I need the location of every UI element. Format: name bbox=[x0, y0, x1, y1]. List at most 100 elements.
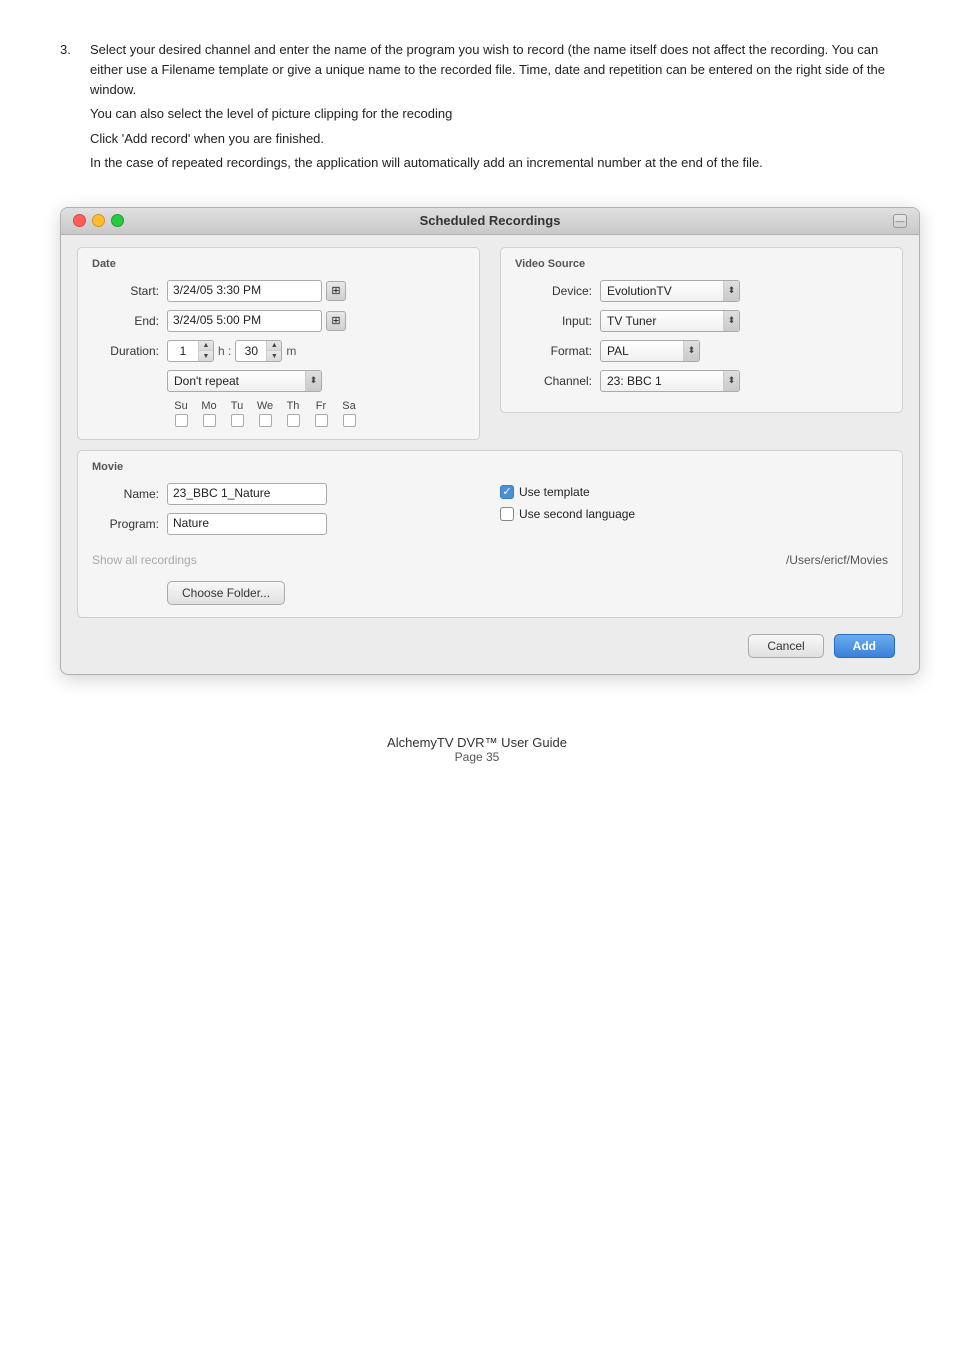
start-label: Start: bbox=[92, 284, 167, 298]
add-button[interactable]: Add bbox=[834, 634, 895, 658]
end-calendar-icon[interactable]: ⊞ bbox=[326, 311, 346, 331]
day-fr: Fr bbox=[307, 400, 335, 427]
close-button[interactable] bbox=[73, 214, 86, 227]
title-bar: Scheduled Recordings — bbox=[61, 208, 919, 235]
checkbox-we[interactable] bbox=[259, 414, 272, 427]
name-field[interactable]: 23_BBC 1_Nature bbox=[167, 483, 327, 505]
checkbox-tu[interactable] bbox=[231, 414, 244, 427]
program-label: Program: bbox=[92, 517, 167, 531]
channel-value: 23: BBC 1 bbox=[601, 374, 723, 388]
device-select-arrow: ⬍ bbox=[723, 280, 739, 302]
use-second-language-row: Use second language bbox=[500, 507, 888, 521]
movie-section: Movie Name: 23_BBC 1_Nature Program: bbox=[77, 450, 903, 618]
day-mo: Mo bbox=[195, 400, 223, 427]
start-row: Start: 3/24/05 3:30 PM ⊞ bbox=[92, 280, 465, 302]
end-date-field[interactable]: 3/24/05 5:00 PM bbox=[167, 310, 322, 332]
input-row: Input: TV Tuner ⬍ bbox=[515, 310, 888, 332]
window-title: Scheduled Recordings bbox=[420, 213, 561, 228]
use-second-language-checkbox[interactable] bbox=[500, 507, 514, 521]
minutes-input[interactable] bbox=[236, 341, 266, 361]
repeat-select-arrow: ⬍ bbox=[305, 370, 321, 392]
show-all-label: Show all recordings bbox=[92, 553, 197, 567]
date-section-header: Date bbox=[92, 258, 465, 270]
format-select-arrow: ⬍ bbox=[683, 340, 699, 362]
checkbox-mo[interactable] bbox=[203, 414, 216, 427]
scheduled-recordings-window: Scheduled Recordings — Date Start: 3/24 bbox=[60, 207, 920, 675]
device-row: Device: EvolutionTV ⬍ bbox=[515, 280, 888, 302]
step-number: 3. bbox=[60, 40, 90, 177]
input-select-arrow: ⬍ bbox=[723, 310, 739, 332]
day-tu: Tu bbox=[223, 400, 251, 427]
checkbox-sa[interactable] bbox=[343, 414, 356, 427]
page-footer: AlchemyTV DVR™ User Guide Page 35 bbox=[0, 735, 954, 794]
program-row: Program: Nature bbox=[92, 513, 480, 535]
hours-spinner[interactable]: ▲ ▼ bbox=[167, 340, 214, 362]
day-we: We bbox=[251, 400, 279, 427]
use-template-row: ✓ Use template bbox=[500, 485, 888, 499]
name-row: Name: 23_BBC 1_Nature bbox=[92, 483, 480, 505]
footer-app-name: AlchemyTV DVR™ User Guide bbox=[0, 735, 954, 750]
checkbox-su[interactable] bbox=[175, 414, 188, 427]
video-source-section: Video Source Device: EvolutionTV ⬍ Input… bbox=[500, 247, 903, 413]
channel-row: Channel: 23: BBC 1 ⬍ bbox=[515, 370, 888, 392]
minimize-button[interactable] bbox=[92, 214, 105, 227]
instruction-para3: Click 'Add record' when you are finished… bbox=[90, 129, 889, 149]
use-second-language-label[interactable]: Use second language bbox=[500, 507, 635, 521]
folder-path: /Users/ericf/Movies bbox=[786, 553, 888, 567]
hours-separator: h : bbox=[218, 344, 231, 358]
traffic-lights bbox=[73, 214, 124, 227]
input-select[interactable]: TV Tuner ⬍ bbox=[600, 310, 740, 332]
button-row: Cancel Add bbox=[77, 634, 903, 658]
start-calendar-icon[interactable]: ⊞ bbox=[326, 281, 346, 301]
checkbox-th[interactable] bbox=[287, 414, 300, 427]
end-label: End: bbox=[92, 314, 167, 328]
hours-up-btn[interactable]: ▲ bbox=[199, 340, 213, 352]
channel-label: Channel: bbox=[515, 374, 600, 388]
device-select[interactable]: EvolutionTV ⬍ bbox=[600, 280, 740, 302]
use-second-language-text: Use second language bbox=[519, 507, 635, 521]
footer-page-label: Page 35 bbox=[0, 750, 954, 764]
day-th: Th bbox=[279, 400, 307, 427]
repeat-row: Don't repeat ⬍ bbox=[92, 370, 465, 392]
use-template-checkbox[interactable]: ✓ bbox=[500, 485, 514, 499]
movie-section-header: Movie bbox=[92, 461, 888, 473]
use-template-label[interactable]: ✓ Use template bbox=[500, 485, 590, 499]
device-value: EvolutionTV bbox=[601, 284, 723, 298]
format-select[interactable]: PAL ⬍ bbox=[600, 340, 700, 362]
maximize-button[interactable] bbox=[111, 214, 124, 227]
input-label: Input: bbox=[515, 314, 600, 328]
instruction-para2: You can also select the level of picture… bbox=[90, 104, 889, 124]
channel-select[interactable]: 23: BBC 1 ⬍ bbox=[600, 370, 740, 392]
start-date-field[interactable]: 3/24/05 3:30 PM bbox=[167, 280, 322, 302]
end-row: End: 3/24/05 5:00 PM ⊞ bbox=[92, 310, 465, 332]
instruction-block: 3. Select your desired channel and enter… bbox=[60, 40, 894, 177]
days-row: Su Mo Tu We bbox=[167, 400, 465, 427]
name-label: Name: bbox=[92, 487, 167, 501]
checkbox-fr[interactable] bbox=[315, 414, 328, 427]
repeat-select[interactable]: Don't repeat ⬍ bbox=[167, 370, 322, 392]
show-all-row: Show all recordings /Users/ericf/Movies bbox=[92, 553, 888, 567]
use-template-text: Use template bbox=[519, 485, 590, 499]
instruction-para4: In the case of repeated recordings, the … bbox=[90, 153, 889, 173]
cancel-button[interactable]: Cancel bbox=[748, 634, 823, 658]
day-su: Su bbox=[167, 400, 195, 427]
hours-input[interactable] bbox=[168, 341, 198, 361]
format-label: Format: bbox=[515, 344, 600, 358]
instruction-para1: Select your desired channel and enter th… bbox=[90, 40, 889, 100]
collapse-button[interactable]: — bbox=[893, 214, 907, 228]
channel-select-arrow: ⬍ bbox=[723, 370, 739, 392]
hours-down-btn[interactable]: ▼ bbox=[199, 351, 213, 362]
choose-folder-button[interactable]: Choose Folder... bbox=[167, 581, 285, 605]
device-label: Device: bbox=[515, 284, 600, 298]
day-sa: Sa bbox=[335, 400, 363, 427]
format-value: PAL bbox=[601, 344, 683, 358]
duration-row: Duration: ▲ ▼ h : bbox=[92, 340, 465, 362]
format-row: Format: PAL ⬍ bbox=[515, 340, 888, 362]
video-source-header: Video Source bbox=[515, 258, 888, 270]
date-section: Date Start: 3/24/05 3:30 PM ⊞ bbox=[77, 247, 480, 440]
minutes-spinner[interactable]: ▲ ▼ bbox=[235, 340, 282, 362]
program-field[interactable]: Nature bbox=[167, 513, 327, 535]
minutes-down-btn[interactable]: ▼ bbox=[267, 351, 281, 362]
minutes-label: m bbox=[286, 344, 296, 358]
minutes-up-btn[interactable]: ▲ bbox=[267, 340, 281, 352]
